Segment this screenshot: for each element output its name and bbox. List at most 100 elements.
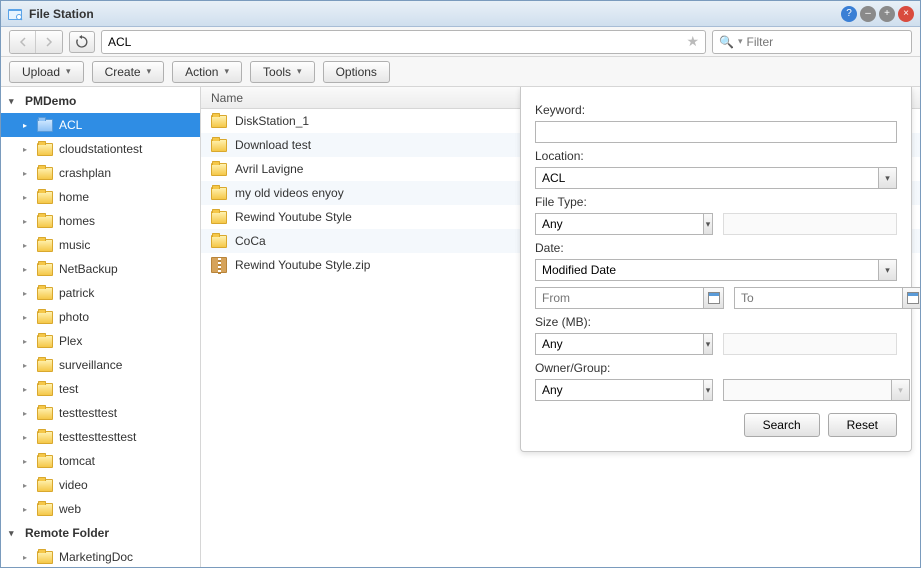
sidebar-item-marketingdoc[interactable]: ▸MarketingDoc (1, 545, 200, 567)
path-input[interactable] (108, 35, 686, 49)
sidebar-item-web[interactable]: ▸web (1, 497, 200, 521)
tools-label: Tools (263, 65, 291, 79)
chevron-left-icon (19, 37, 27, 47)
date-label: Date: (535, 241, 897, 255)
refresh-icon (75, 35, 89, 49)
chevron-right-icon: ▸ (23, 241, 31, 250)
sidebar-item-label: cloudstationtest (59, 142, 142, 156)
forward-button[interactable] (36, 31, 62, 53)
refresh-button[interactable] (69, 31, 95, 53)
date-dropdown-icon[interactable]: ▾ (878, 260, 896, 280)
search-button[interactable]: Search (744, 413, 820, 437)
tools-button[interactable]: Tools▾ (250, 61, 315, 83)
caret-icon: ▾ (147, 66, 152, 77)
location-dropdown-icon[interactable]: ▾ (878, 168, 896, 188)
folder-icon (211, 211, 227, 224)
tree-root-header[interactable]: ▾PMDemo (1, 89, 200, 113)
owner-extra-input[interactable] (724, 380, 891, 400)
help-button[interactable]: ? (841, 6, 857, 22)
date-type-select[interactable]: ▾ (535, 259, 897, 281)
create-button[interactable]: Create▾ (92, 61, 165, 83)
sidebar-item-netbackup[interactable]: ▸NetBackup (1, 257, 200, 281)
filetype-select[interactable]: ▾ (535, 213, 713, 235)
filter-input[interactable] (746, 35, 905, 49)
keyword-label: Keyword: (535, 103, 897, 117)
date-from-calendar-icon[interactable] (703, 288, 723, 308)
sidebar-item-label: homes (59, 214, 95, 228)
sidebar-item-crashplan[interactable]: ▸crashplan (1, 161, 200, 185)
folder-icon (37, 335, 53, 348)
reset-button[interactable]: Reset (828, 413, 897, 437)
maximize-button[interactable]: + (879, 6, 895, 22)
location-select[interactable]: ▾ (535, 167, 897, 189)
size-select[interactable]: ▾ (535, 333, 713, 355)
sidebar-item-label: crashplan (59, 166, 111, 180)
nav-back-forward (9, 30, 63, 54)
chevron-right-icon: ▸ (23, 193, 31, 202)
zip-icon (211, 257, 227, 273)
file-station-window: File Station ? – + × ★ 🔍 ▾ (0, 0, 921, 568)
path-field[interactable]: ★ (101, 30, 706, 54)
date-from-input[interactable] (536, 288, 703, 308)
sidebar-item-photo[interactable]: ▸photo (1, 305, 200, 329)
action-button[interactable]: Action▾ (172, 61, 242, 83)
folder-icon (211, 139, 227, 152)
minimize-button[interactable]: – (860, 6, 876, 22)
date-from-field[interactable] (535, 287, 724, 309)
date-to-field[interactable] (734, 287, 920, 309)
sidebar-item-testtesttest[interactable]: ▸testtesttest (1, 401, 200, 425)
file-name: Download test (235, 138, 311, 152)
sidebar-item-acl[interactable]: ▸ACL (1, 113, 200, 137)
chevron-right-icon: ▸ (23, 217, 31, 226)
filetype-value[interactable] (536, 214, 703, 234)
sidebar-item-tomcat[interactable]: ▸tomcat (1, 449, 200, 473)
upload-button[interactable]: Upload▾ (9, 61, 84, 83)
file-name: DiskStation_1 (235, 114, 309, 128)
owner-value[interactable] (536, 380, 703, 400)
filetype-dropdown-icon[interactable]: ▾ (703, 214, 712, 234)
folder-icon (37, 263, 53, 276)
date-to-input[interactable] (735, 288, 902, 308)
file-name: my old videos enyoy (235, 186, 344, 200)
sidebar-item-testtesttesttest[interactable]: ▸testtesttesttest (1, 425, 200, 449)
sidebar-item-music[interactable]: ▸ music (1, 233, 200, 257)
sidebar-item-video[interactable]: ▸video (1, 473, 200, 497)
sidebar-item-test[interactable]: ▸test (1, 377, 200, 401)
sidebar-item-label: video (59, 478, 88, 492)
owner-dropdown-icon[interactable]: ▾ (703, 380, 712, 400)
sidebar-item-surveillance[interactable]: ▸surveillance (1, 353, 200, 377)
body: ▾PMDemo▸ACL▸cloudstationtest▸crashplan▸h… (1, 87, 920, 567)
chevron-right-icon: ▸ (23, 457, 31, 466)
location-value[interactable] (536, 168, 878, 188)
sidebar-item-patrick[interactable]: ▸patrick (1, 281, 200, 305)
keyword-input[interactable] (535, 121, 897, 143)
date-to-calendar-icon[interactable] (902, 288, 920, 308)
size-dropdown-icon[interactable]: ▾ (703, 334, 712, 354)
chevron-down-icon: ▾ (9, 528, 19, 539)
chevron-right-icon: ▸ (23, 553, 31, 562)
favorite-icon[interactable]: ★ (686, 33, 699, 50)
sidebar-item-label: music (59, 238, 90, 252)
owner-select[interactable]: ▾ (535, 379, 713, 401)
back-button[interactable] (10, 31, 36, 53)
date-value[interactable] (536, 260, 878, 280)
close-button[interactable]: × (898, 6, 914, 22)
folder-icon (211, 115, 227, 128)
filter-field[interactable]: 🔍 ▾ (712, 30, 912, 54)
folder-icon (37, 239, 53, 252)
filter-dropdown-caret[interactable]: ▾ (738, 36, 743, 47)
sidebar-item-home[interactable]: ▸home (1, 185, 200, 209)
sidebar-item-cloudstationtest[interactable]: ▸cloudstationtest (1, 137, 200, 161)
file-name: Avril Lavigne (235, 162, 303, 176)
owner-label: Owner/Group: (535, 361, 897, 375)
owner-extra-dropdown-icon[interactable]: ▾ (891, 380, 909, 400)
owner-extra-select[interactable]: ▾ (723, 379, 910, 401)
sidebar-item-plex[interactable]: ▸Plex (1, 329, 200, 353)
sidebar-item-label: NetBackup (59, 262, 118, 276)
tree-root-header[interactable]: ▾ Remote Folder (1, 521, 200, 545)
sidebar-item-homes[interactable]: ▸ homes (1, 209, 200, 233)
size-value[interactable] (536, 334, 703, 354)
options-button[interactable]: Options (323, 61, 390, 83)
tree-root-label: Remote Folder (25, 526, 109, 540)
sidebar-item-label: patrick (59, 286, 94, 300)
